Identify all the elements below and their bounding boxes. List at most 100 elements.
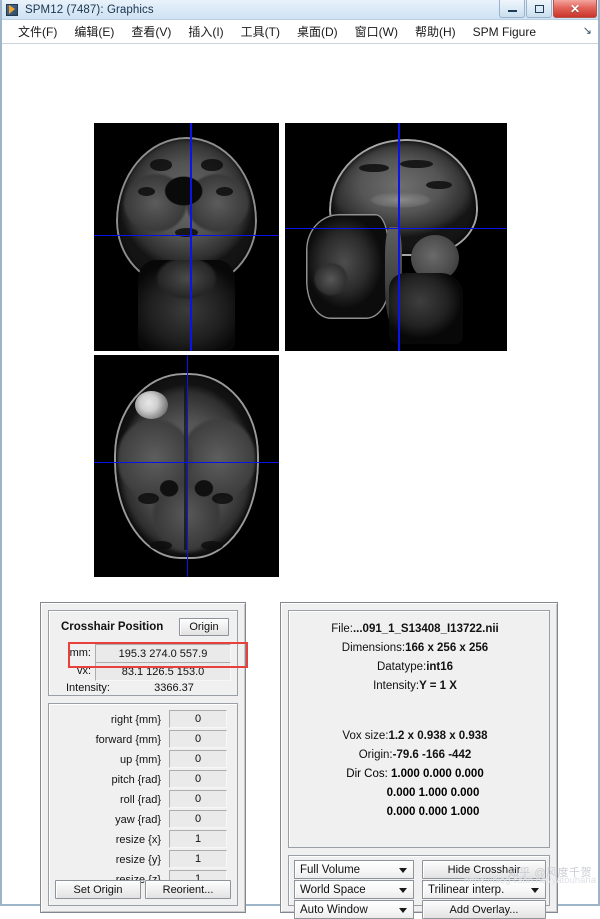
maximize-icon xyxy=(534,4,544,13)
reorient-resize-x-label: resize {x} xyxy=(115,834,161,846)
menu-file[interactable]: 文件(F) xyxy=(10,21,66,42)
dircos-row1-value: 1.000 0.000 0.000 xyxy=(391,768,484,780)
sagittal-image xyxy=(303,134,489,345)
vx-value-field[interactable]: 83.1 126.5 153.0 xyxy=(95,662,231,681)
datatype-line: Datatype:int16 xyxy=(289,661,541,673)
origin-button[interactable]: Origin xyxy=(179,618,229,636)
window-select[interactable]: Auto Window xyxy=(294,900,414,919)
menu-bar: 文件(F) 编辑(E) 查看(V) 插入(I) 工具(T) 桌面(D) 窗口(W… xyxy=(2,20,598,44)
volume-select[interactable]: Full Volume xyxy=(294,860,414,879)
minimize-button[interactable] xyxy=(499,0,525,18)
chevron-down-icon xyxy=(531,888,539,893)
volume-select-value: Full Volume xyxy=(300,863,361,876)
file-value: ...091_1_S13408_I13722.nii xyxy=(352,623,499,635)
chevron-down-icon xyxy=(399,888,407,893)
reorient-resize-y-label: resize {y} xyxy=(115,854,161,866)
menu-insert[interactable]: 插入(I) xyxy=(180,21,232,42)
intensity-line: Intensity:Y = 1 X xyxy=(289,680,541,692)
intensity-value: 3366.37 xyxy=(154,682,194,694)
menu-spm-figure[interactable]: SPM Figure xyxy=(465,23,545,41)
dircos-row2-value: 0.000 1.000 0.000 xyxy=(386,787,480,799)
voxsize-line: Vox size:1.2 x 0.938 x 0.938 xyxy=(289,730,541,742)
file-label: File: xyxy=(331,623,353,635)
reorient-forward-field[interactable]: 0 xyxy=(169,730,227,748)
crosshair-position-box: Crosshair Position Origin mm: 195.3 274.… xyxy=(48,610,248,696)
menu-edit[interactable]: 编辑(E) xyxy=(66,21,123,42)
window-select-value: Auto Window xyxy=(300,903,368,916)
graphics-canvas: Crosshair Position Origin mm: 195.3 274.… xyxy=(2,44,598,919)
dircos-row-1: Dir Cos: 1.000 0.000 0.000 xyxy=(289,768,541,780)
mm-label: mm: xyxy=(69,647,91,659)
datatype-value: int16 xyxy=(426,661,454,673)
reorient-up-label: up {mm} xyxy=(120,754,161,766)
window-controls: ✕ xyxy=(498,0,597,19)
coronal-view[interactable] xyxy=(94,123,279,351)
dimensions-line: Dimensions:166 x 256 x 256 xyxy=(289,642,541,654)
reorient-pitch-field[interactable]: 0 xyxy=(169,770,227,788)
reorient-pitch-label: pitch {rad} xyxy=(111,774,161,786)
menu-desktop[interactable]: 桌面(D) xyxy=(289,21,347,42)
set-origin-button[interactable]: Set Origin xyxy=(55,880,141,899)
chevron-down-icon xyxy=(399,868,407,873)
intensity-label: Intensity: xyxy=(65,682,110,694)
reorient-resize-y-field[interactable]: 1 xyxy=(169,850,227,868)
origin-line: Origin:-79.6 -166 -442 xyxy=(289,749,541,761)
menu-overflow-icon[interactable]: ↘ xyxy=(583,24,592,37)
axial-view[interactable] xyxy=(94,355,279,577)
crosshair-panel: Crosshair Position Origin mm: 195.3 274.… xyxy=(40,602,248,913)
space-select-value: World Space xyxy=(300,883,366,896)
dircos-row3-value: 0.000 0.000 1.000 xyxy=(386,806,480,818)
axial-crosshair-horizontal xyxy=(94,461,279,464)
maximize-button[interactable] xyxy=(526,0,552,18)
reorient-right-label: right {mm} xyxy=(110,714,161,726)
dircos-label: Dir Cos: xyxy=(346,768,388,780)
menu-help[interactable]: 帮助(H) xyxy=(407,21,465,42)
file-intensity-value: Y = 1 X xyxy=(419,680,457,692)
coronal-crosshair-horizontal xyxy=(94,234,279,237)
window-title: SPM12 (7487): Graphics xyxy=(25,3,154,16)
reorient-box: right {mm} 0 forward {mm} 0 up {mm} 0 pi… xyxy=(48,703,238,906)
sagittal-view[interactable] xyxy=(285,123,507,351)
reorient-yaw-field[interactable]: 0 xyxy=(169,810,227,828)
mm-value-field[interactable]: 195.3 274.0 557.9 xyxy=(95,644,231,663)
coronal-crosshair-vertical xyxy=(190,123,192,351)
reorient-resize-x-field[interactable]: 1 xyxy=(169,830,227,848)
file-info-box: File:...091_1_S13408_I13722.nii Dimensio… xyxy=(288,610,550,848)
origin-value: -79.6 -166 -442 xyxy=(392,749,472,761)
lesion-region xyxy=(134,390,168,420)
menu-tools[interactable]: 工具(T) xyxy=(233,21,289,42)
minimize-icon xyxy=(507,10,517,12)
add-overlay-button[interactable]: Add Overlay... xyxy=(422,900,546,919)
space-select[interactable]: World Space xyxy=(294,880,414,899)
dircos-row-3: 0.000 0.000 1.000 xyxy=(289,806,541,818)
reorient-button[interactable]: Reorient... xyxy=(145,880,231,899)
datatype-label: Datatype: xyxy=(376,661,427,673)
sagittal-crosshair-vertical xyxy=(398,123,400,351)
sagittal-crosshair-horizontal xyxy=(285,227,507,230)
dircos-row-2: 0.000 1.000 0.000 xyxy=(289,787,541,799)
vx-label: vx: xyxy=(76,665,91,677)
reorient-forward-label: forward {mm} xyxy=(95,734,161,746)
title-bar[interactable]: SPM12 (7487): Graphics ✕ xyxy=(2,0,598,20)
spm-graphics-window: SPM12 (7487): Graphics ✕ 文件(F) 编辑(E) 查看(… xyxy=(0,0,600,919)
file-intensity-label: Intensity: xyxy=(373,680,420,692)
reorient-roll-label: roll {rad} xyxy=(120,794,161,806)
voxsize-label: Vox size: xyxy=(342,730,389,742)
chevron-down-icon xyxy=(399,908,407,913)
menu-window[interactable]: 窗口(W) xyxy=(347,21,407,42)
crosshair-position-title: Crosshair Position xyxy=(61,621,164,633)
close-icon: ✕ xyxy=(569,1,581,16)
file-line: File:...091_1_S13408_I13722.nii xyxy=(289,623,541,635)
close-button[interactable]: ✕ xyxy=(553,0,597,18)
reorient-yaw-label: yaw {rad} xyxy=(115,814,161,826)
reorient-roll-field[interactable]: 0 xyxy=(169,790,227,808)
voxsize-value: 1.2 x 0.938 x 0.938 xyxy=(388,730,488,742)
dimensions-value: 166 x 256 x 256 xyxy=(405,642,489,654)
menu-view[interactable]: 查看(V) xyxy=(123,21,180,42)
reorient-right-field[interactable]: 0 xyxy=(169,710,227,728)
dimensions-label: Dimensions: xyxy=(341,642,406,654)
reorient-up-field[interactable]: 0 xyxy=(169,750,227,768)
spm-app-icon xyxy=(6,3,20,17)
axial-crosshair-vertical xyxy=(186,355,188,577)
origin-label: Origin: xyxy=(358,749,393,761)
